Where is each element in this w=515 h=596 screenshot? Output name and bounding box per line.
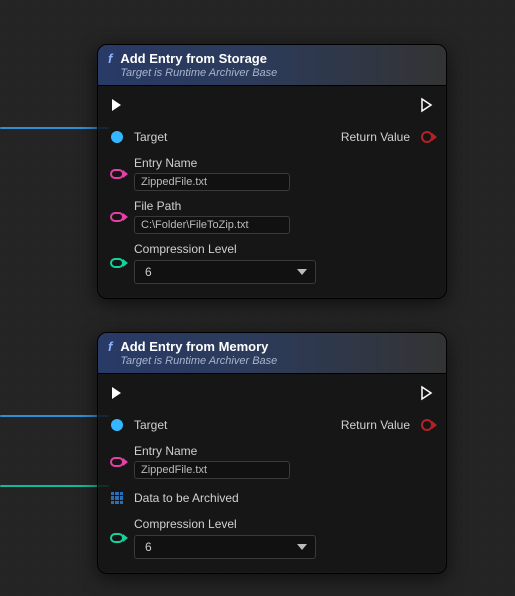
node-subtitle: Target is Runtime Archiver Base xyxy=(120,354,277,368)
compression-level-dropdown[interactable]: 6 xyxy=(134,260,316,284)
compression-level-label: Compression Level xyxy=(134,242,316,256)
data-label: Data to be Archived xyxy=(134,491,239,505)
entry-name-pin[interactable] xyxy=(110,169,124,179)
node-header[interactable]: f Add Entry from Memory Target is Runtim… xyxy=(98,333,446,374)
exec-in-pin[interactable] xyxy=(109,385,125,401)
exec-in-pin[interactable] xyxy=(109,97,125,113)
target-label: Target xyxy=(134,418,167,432)
compression-level-pin[interactable] xyxy=(110,258,124,268)
wire-target-storage xyxy=(0,127,109,129)
compression-level-pin[interactable] xyxy=(110,533,124,543)
function-icon: f xyxy=(108,51,112,66)
node-add-entry-from-memory[interactable]: f Add Entry from Memory Target is Runtim… xyxy=(97,332,447,574)
entry-name-input[interactable] xyxy=(134,173,290,191)
entry-name-pin[interactable] xyxy=(110,457,124,467)
wire-target-memory xyxy=(0,415,109,417)
data-array-pin[interactable] xyxy=(111,492,123,504)
return-label: Return Value xyxy=(341,130,410,144)
file-path-pin[interactable] xyxy=(110,212,124,222)
target-label: Target xyxy=(134,130,167,144)
compression-level-value: 6 xyxy=(145,540,152,554)
compression-level-dropdown[interactable]: 6 xyxy=(134,535,316,559)
return-value-pin[interactable] xyxy=(421,419,433,431)
return-label: Return Value xyxy=(341,418,410,432)
target-pin[interactable] xyxy=(111,131,123,143)
node-title: Add Entry from Memory xyxy=(120,339,277,354)
node-title: Add Entry from Storage xyxy=(120,51,277,66)
entry-name-label: Entry Name xyxy=(134,444,290,458)
file-path-label: File Path xyxy=(134,199,290,213)
exec-out-pin[interactable] xyxy=(419,97,435,113)
node-subtitle: Target is Runtime Archiver Base xyxy=(120,66,277,80)
node-add-entry-from-storage[interactable]: f Add Entry from Storage Target is Runti… xyxy=(97,44,447,299)
target-pin[interactable] xyxy=(111,419,123,431)
entry-name-label: Entry Name xyxy=(134,156,290,170)
node-header[interactable]: f Add Entry from Storage Target is Runti… xyxy=(98,45,446,86)
return-value-pin[interactable] xyxy=(421,131,433,143)
exec-out-pin[interactable] xyxy=(419,385,435,401)
file-path-input[interactable] xyxy=(134,216,290,234)
compression-level-value: 6 xyxy=(145,265,152,279)
entry-name-input[interactable] xyxy=(134,461,290,479)
wire-data-memory xyxy=(0,485,109,487)
chevron-down-icon xyxy=(297,269,307,275)
chevron-down-icon xyxy=(297,544,307,550)
function-icon: f xyxy=(108,339,112,354)
compression-level-label: Compression Level xyxy=(134,517,316,531)
